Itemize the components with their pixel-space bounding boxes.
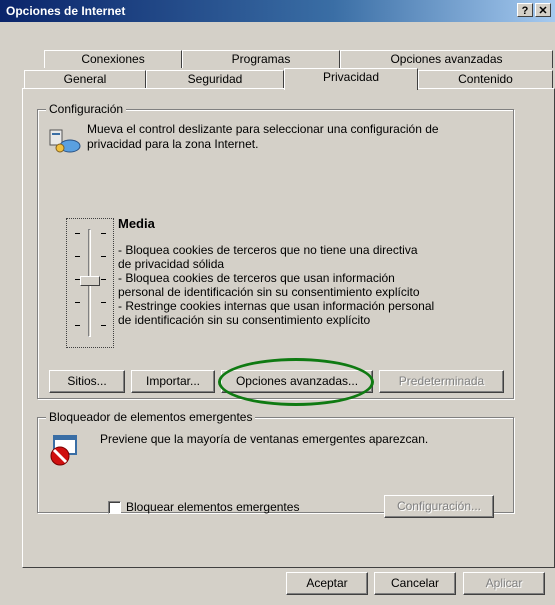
default-button[interactable]: Predeterminada [379,370,504,393]
tab-programas[interactable]: Programas [182,50,340,68]
tab-conexiones[interactable]: Conexiones [44,50,182,68]
config-description-line1: Mueva el control deslizante para selecci… [87,122,439,136]
tab-opciones-avanzadas[interactable]: Opciones avanzadas [340,50,553,68]
default-button-label: Predeterminada [398,374,485,388]
privacy-panel: Configuración Mueva el control deslizant… [22,88,555,568]
level-description-line: de identificación sin su consentimiento … [118,313,371,327]
slider-tick-left [75,256,80,257]
tab-contenido[interactable]: Contenido [418,70,553,88]
slider-tick-right [101,302,106,303]
level-description-line: - Bloquea cookies de terceros que usan i… [118,271,395,285]
popup-blocker-icon [48,434,80,466]
level-description-line: - Bloquea cookies de terceros que no tie… [118,243,418,257]
tab-seguridad[interactable]: Seguridad [146,70,284,88]
block-popups-checkbox[interactable] [108,501,121,514]
advanced-options-button[interactable]: Opciones avanzadas... [221,370,373,393]
slider-tick-left [75,302,80,303]
cancel-button[interactable]: Cancelar [374,572,456,595]
sites-button-label: Sitios... [67,374,107,388]
ok-button-label: Aceptar [306,576,348,590]
slider-tick-left [75,325,80,326]
privacy-globe-icon [48,128,82,154]
popup-legend: Bloqueador de elementos emergentes [46,410,256,424]
slider-tick-right [101,233,106,234]
internet-options-dialog: Opciones de Internet ? ✕ Conexiones Prog… [0,0,555,605]
slider-tick-right [101,279,106,280]
popup-settings-button[interactable]: Configuración... [384,495,494,518]
popup-blocker-group: Bloqueador de elementos emergentes Previ… [37,410,514,518]
slider-tick-right [101,256,106,257]
popup-settings-button-label: Configuración... [396,499,482,513]
tab-privacidad[interactable]: Privacidad [284,68,418,90]
import-button[interactable]: Importar... [131,370,215,393]
apply-button-label: Aplicar [485,576,523,590]
ok-button[interactable]: Aceptar [286,572,368,595]
advanced-options-button-label: Opciones avanzadas... [235,374,359,388]
config-legend: Configuración [46,102,127,116]
slider-thumb[interactable] [80,276,100,286]
level-description-line: de privacidad sólida [118,257,225,271]
help-button[interactable]: ? [517,3,533,17]
cancel-button-label: Cancelar [390,576,440,590]
popup-description: Previene que la mayoría de ventanas emer… [100,432,429,446]
sites-button[interactable]: Sitios... [49,370,125,393]
close-button[interactable]: ✕ [535,3,551,17]
slider-tick-right [101,325,106,326]
config-group: Configuración Mueva el control deslizant… [37,102,514,399]
config-description-line2: privacidad para la zona Internet. [87,137,259,151]
window-title: Opciones de Internet [6,4,126,18]
tab-general[interactable]: General [24,70,146,88]
level-description-line: - Restringe cookies internas que usan in… [118,299,435,313]
privacy-slider[interactable] [66,218,114,348]
title-bar[interactable]: Opciones de Internet ? ✕ [0,0,555,22]
level-description-line: personal de identificación sin su consen… [118,285,420,299]
apply-button[interactable]: Aplicar [463,572,545,595]
block-popups-label[interactable]: Bloquear elementos emergentes [126,500,299,514]
import-button-label: Importar... [145,374,201,388]
slider-tick-left [75,233,80,234]
privacy-level-title: Media [118,216,155,231]
